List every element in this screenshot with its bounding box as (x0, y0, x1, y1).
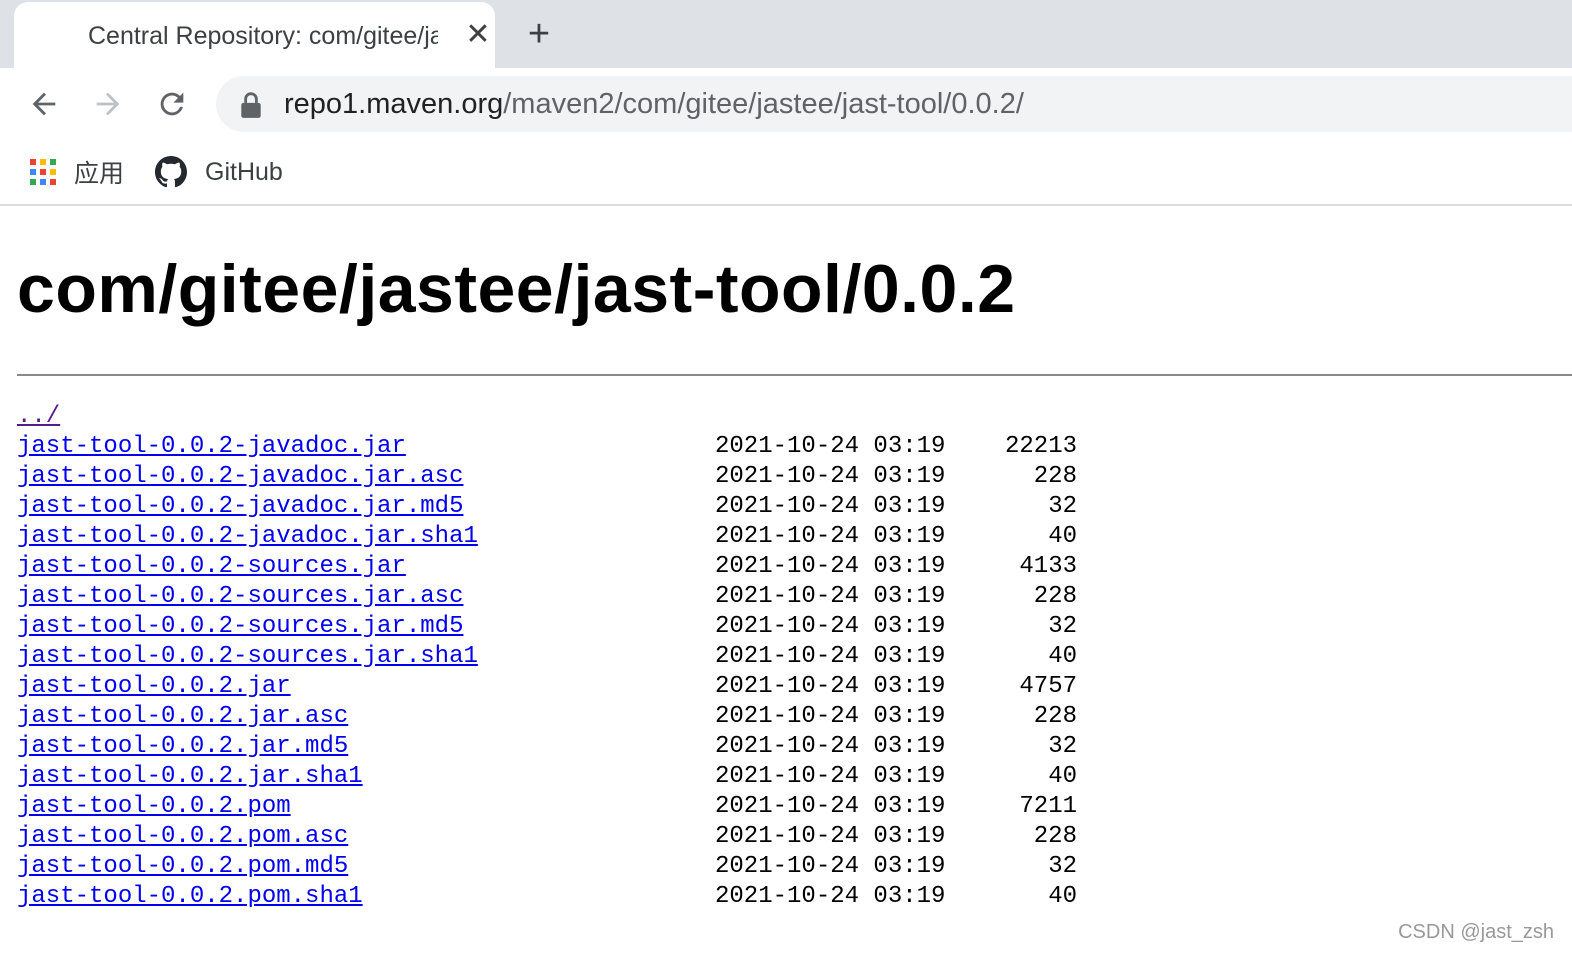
new-tab-button[interactable]: + (520, 14, 558, 54)
back-arrow-icon (32, 92, 56, 116)
file-date: 2021-10-24 03:19 (715, 523, 946, 550)
file-date: 2021-10-24 03:19 (715, 703, 946, 730)
file-date: 2021-10-24 03:19 (715, 463, 946, 490)
file-link[interactable]: jast-tool-0.0.2.pom (17, 792, 291, 822)
back-button[interactable] (22, 82, 66, 126)
file-size: 32 (1048, 493, 1077, 520)
file-link[interactable]: jast-tool-0.0.2-sources.jar (17, 552, 406, 582)
url-host: repo1.maven.org (284, 88, 504, 120)
file-size: 32 (1048, 853, 1077, 880)
file-date: 2021-10-24 03:19 (715, 733, 946, 760)
apps-grid-icon (30, 159, 56, 185)
forward-arrow-icon (96, 92, 120, 116)
file-row: jast-tool-0.0.2.pom.md5 2021-10-24 03:19 3… (17, 852, 1117, 882)
file-link[interactable]: jast-tool-0.0.2.pom.asc (17, 822, 348, 852)
divider (17, 374, 1572, 376)
file-size: 22213 (1004, 433, 1077, 460)
file-row: jast-tool-0.0.2.jar 2021-10-24 03:19 4757 (17, 672, 1117, 702)
file-link[interactable]: jast-tool-0.0.2-sources.jar.sha1 (17, 642, 478, 672)
url-text[interactable]: repo1.maven.org/maven2/com/gitee/jastee/… (284, 88, 1024, 121)
file-size: 40 (1048, 523, 1077, 550)
file-row: jast-tool-0.0.2-sources.jar.md5 2021-10-2… (17, 612, 1117, 642)
file-row: jast-tool-0.0.2-sources.jar 2021-10-24 03… (17, 552, 1117, 582)
file-size: 7211 (1019, 793, 1077, 820)
file-link[interactable]: jast-tool-0.0.2-sources.jar.asc (17, 582, 463, 612)
reload-icon (160, 92, 184, 116)
file-size: 40 (1048, 643, 1077, 670)
file-date: 2021-10-24 03:19 (715, 763, 946, 790)
reload-button[interactable] (150, 82, 194, 126)
file-date: 2021-10-24 03:19 (715, 583, 946, 610)
file-size: 228 (1033, 583, 1077, 610)
file-date: 2021-10-24 03:19 (715, 433, 946, 460)
file-size: 4133 (1019, 553, 1077, 580)
file-date: 2021-10-24 03:19 (715, 793, 946, 820)
file-link[interactable]: jast-tool-0.0.2.pom.md5 (17, 852, 348, 882)
file-date: 2021-10-24 03:19 (715, 823, 946, 850)
file-date: 2021-10-24 03:19 (715, 883, 946, 910)
file-row: jast-tool-0.0.2-sources.jar.sha1 2021-10-… (17, 642, 1117, 672)
file-row: jast-tool-0.0.2-javadoc.jar.asc 2021-10-2… (17, 462, 1117, 492)
bookmark-apps-label: 应用 (74, 160, 125, 188)
file-link[interactable]: jast-tool-0.0.2.jar (17, 672, 291, 702)
page-title: com/gitee/jastee/jast-tool/0.0.2 (17, 251, 1016, 327)
close-tab-icon[interactable]: ✕ (464, 18, 492, 52)
file-row: jast-tool-0.0.2.pom.sha1 2021-10-24 03:19… (17, 882, 1117, 912)
file-size: 228 (1033, 703, 1077, 730)
toolbar: repo1.maven.org/maven2/com/gitee/jastee/… (0, 68, 1572, 140)
file-link[interactable]: jast-tool-0.0.2-javadoc.jar (17, 432, 406, 462)
file-row: jast-tool-0.0.2-javadoc.jar.md5 2021-10-2… (17, 492, 1117, 522)
file-size: 32 (1048, 733, 1077, 760)
file-link[interactable]: jast-tool-0.0.2.jar.md5 (17, 732, 348, 762)
file-size: 228 (1033, 823, 1077, 850)
file-link[interactable]: jast-tool-0.0.2-javadoc.jar.md5 (17, 492, 463, 522)
file-size: 4757 (1019, 673, 1077, 700)
bookmark-github-label: GitHub (205, 157, 283, 186)
file-date: 2021-10-24 03:19 (715, 643, 946, 670)
page-content: com/gitee/jastee/jast-tool/0.0.2 ../ jas… (0, 206, 1572, 956)
file-date: 2021-10-24 03:19 (715, 553, 946, 580)
url-path: /maven2/com/gitee/jastee/jast-tool/0.0.2… (503, 88, 1024, 120)
active-tab[interactable]: Central Repository: com/gitee/jastee/jas… (14, 2, 495, 68)
file-size: 40 (1048, 883, 1077, 910)
file-date: 2021-10-24 03:19 (715, 673, 946, 700)
file-link[interactable]: jast-tool-0.0.2-javadoc.jar.sha1 (17, 522, 478, 552)
file-link[interactable]: jast-tool-0.0.2.pom.sha1 (17, 882, 363, 912)
file-size: 32 (1048, 613, 1077, 640)
file-size: 228 (1033, 463, 1077, 490)
bookmark-github[interactable]: GitHub (155, 152, 283, 192)
address-bar[interactable]: repo1.maven.org/maven2/com/gitee/jastee/… (216, 76, 1572, 132)
bookmarks-bar: 应用 GitHub (0, 140, 1572, 206)
forward-button[interactable] (86, 82, 130, 126)
parent-directory-link[interactable]: ../ (17, 402, 60, 432)
lock-icon[interactable] (238, 91, 264, 119)
file-row: jast-tool-0.0.2.jar.sha1 2021-10-24 03:19… (17, 762, 1117, 792)
github-icon (155, 156, 187, 188)
file-row: jast-tool-0.0.2.jar.md5 2021-10-24 03:19 3… (17, 732, 1117, 762)
file-link[interactable]: jast-tool-0.0.2-sources.jar.md5 (17, 612, 463, 642)
file-row: jast-tool-0.0.2-sources.jar.asc 2021-10-2… (17, 582, 1117, 612)
file-row: jast-tool-0.0.2.pom.asc 2021-10-24 03:19 2… (17, 822, 1117, 852)
file-link[interactable]: jast-tool-0.0.2.jar.sha1 (17, 762, 363, 792)
file-row: jast-tool-0.0.2.pom 2021-10-24 03:19 7211 (17, 792, 1117, 822)
file-row: jast-tool-0.0.2-javadoc.jar.sha1 2021-10-… (17, 522, 1117, 552)
file-date: 2021-10-24 03:19 (715, 853, 946, 880)
file-link[interactable]: jast-tool-0.0.2.jar.asc (17, 702, 348, 732)
tab-title: Central Repository: com/gitee/jastee/jas… (88, 22, 438, 50)
file-date: 2021-10-24 03:19 (715, 493, 946, 520)
tab-strip: Central Repository: com/gitee/jastee/jas… (0, 0, 1572, 68)
file-size: 40 (1048, 763, 1077, 790)
file-link[interactable]: jast-tool-0.0.2-javadoc.jar.asc (17, 462, 463, 492)
watermark: CSDN @jast_zsh (1398, 921, 1554, 943)
file-date: 2021-10-24 03:19 (715, 613, 946, 640)
bookmark-apps[interactable]: 应用 (30, 152, 124, 192)
file-row: jast-tool-0.0.2-javadoc.jar 2021-10-24 03… (17, 432, 1117, 462)
file-row: jast-tool-0.0.2.jar.asc 2021-10-24 03:19 2… (17, 702, 1117, 732)
